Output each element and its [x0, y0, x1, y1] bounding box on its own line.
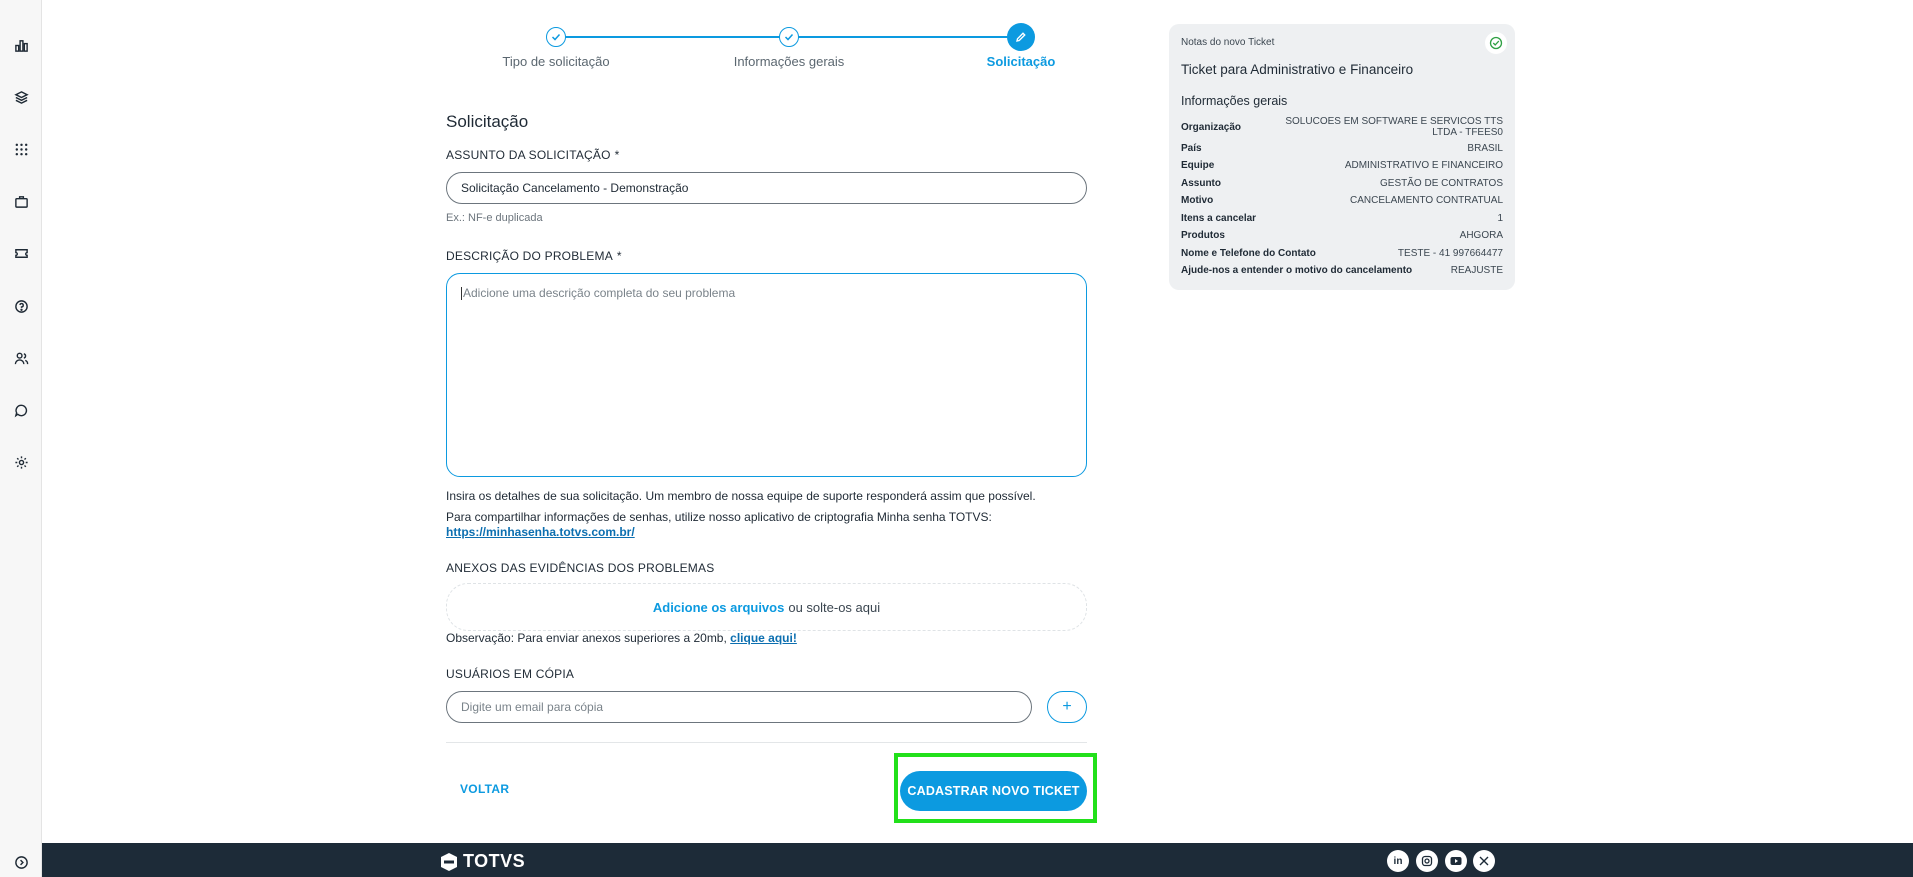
note-key: Nome e Telefone do Contato	[1181, 247, 1316, 259]
note-key: Assunto	[1181, 177, 1221, 189]
attachments-note-wrap: Observação: Para enviar anexos superiore…	[446, 631, 797, 645]
note-row-equipe: Equipe ADMINISTRATIVO E FINANCEIRO	[1181, 159, 1503, 171]
note-row-motivo: Motivo CANCELAMENTO CONTRATUAL	[1181, 194, 1503, 206]
expand-icon[interactable]	[11, 852, 31, 872]
ticket-notes-panel: Notas do novo Ticket Ticket para Adminis…	[1169, 24, 1515, 290]
description-info: Insira os detalhes de sua solicitação. U…	[446, 489, 1036, 503]
section-title: Solicitação	[446, 112, 529, 131]
password-info: Para compartilhar informações de senhas,…	[446, 510, 992, 524]
submit-ticket-button[interactable]: CADASTRAR NOVO TICKET	[900, 771, 1087, 811]
chat-icon[interactable]	[11, 400, 31, 420]
note-row-motivo-cancelamento: Ajude-nos a entender o motivo do cancela…	[1181, 264, 1503, 276]
password-link-wrap: https://minhasenha.totvs.com.br/	[446, 525, 635, 539]
youtube-icon[interactable]	[1445, 850, 1467, 872]
footer: TOTVS in	[42, 843, 1913, 877]
note-row-pais: País BRASIL	[1181, 142, 1503, 154]
layers-icon[interactable]	[11, 87, 31, 107]
note-key: Equipe	[1181, 159, 1215, 171]
subject-hint: Ex.: NF-e duplicada	[446, 212, 543, 224]
add-files-link[interactable]: Adicione os arquivos	[653, 600, 784, 615]
step-3-label[interactable]: Solicitação	[987, 54, 1056, 69]
linkedin-icon[interactable]: in	[1387, 850, 1409, 872]
sidebar	[0, 0, 42, 877]
attachments-note-link[interactable]: clique aqui!	[730, 631, 797, 645]
stepper-line-2	[789, 36, 1021, 38]
note-value: SOLUCOES EM SOFTWARE E SERVICOS TTS LTDA…	[1285, 116, 1503, 138]
note-value: BRASIL	[1467, 142, 1503, 154]
note-row-itens: Itens a cancelar 1	[1181, 212, 1503, 224]
stepper-line-1	[556, 36, 789, 38]
form-divider	[446, 742, 1087, 743]
dropzone-text: ou solte-os aqui	[788, 599, 881, 615]
step-2-label[interactable]: Informações gerais	[734, 54, 845, 69]
dashboard-icon[interactable]	[11, 35, 31, 55]
briefcase-icon[interactable]	[11, 191, 31, 211]
subject-label: ASSUNTO DA SOLICITAÇÃO *	[446, 148, 620, 162]
note-key: Ajude-nos a entender o motivo do cancela…	[1181, 264, 1413, 276]
notes-title: Ticket para Administrativo e Financeiro	[1181, 62, 1414, 77]
x-twitter-icon[interactable]	[1473, 850, 1495, 872]
ticket-icon[interactable]	[11, 243, 31, 263]
totvs-logo[interactable]: TOTVS	[439, 851, 525, 872]
attachments-label: ANEXOS DAS EVIDÊNCIAS DOS PROBLEMAS	[446, 561, 715, 575]
note-value: ADMINISTRATIVO E FINANCEIRO	[1344, 159, 1503, 171]
note-key: Itens a cancelar	[1181, 212, 1257, 224]
note-key: Organização	[1181, 121, 1242, 133]
instagram-icon[interactable]	[1416, 850, 1438, 872]
apps-grid-icon[interactable]	[11, 139, 31, 159]
back-button[interactable]: VOLTAR	[460, 782, 509, 796]
step-1-label[interactable]: Tipo de solicitação	[502, 54, 609, 69]
description-placeholder: Adicione uma descrição completa do seu p…	[463, 286, 736, 300]
note-value: REAJUSTE	[1450, 264, 1503, 276]
totvs-logo-icon	[441, 852, 457, 871]
note-value: GESTÃO DE CONTRATOS	[1380, 177, 1503, 189]
notes-header: Notas do novo Ticket	[1181, 37, 1275, 48]
subject-input[interactable]: Solicitação Cancelamento - Demonstração	[446, 172, 1087, 204]
note-key: Produtos	[1181, 229, 1225, 241]
note-row-organizacao: Organização SOLUCOES EM SOFTWARE E SERVI…	[1181, 115, 1503, 139]
attachments-dropzone[interactable]: Adicione os arquivos ou solte-os aqui	[446, 583, 1087, 631]
users-icon[interactable]	[11, 348, 31, 368]
note-key: País	[1181, 142, 1202, 154]
note-row-contato: Nome e Telefone do Contato TESTE - 41 99…	[1181, 247, 1503, 259]
note-value: AHGORA	[1459, 229, 1503, 241]
step-2-check-icon[interactable]	[779, 27, 799, 47]
description-label: DESCRIÇÃO DO PROBLEMA *	[446, 249, 622, 263]
attachments-note: Observação: Para enviar anexos superiore…	[446, 631, 727, 645]
step-3-edit-icon[interactable]	[1007, 23, 1035, 51]
note-value: 1	[1497, 212, 1503, 224]
brand-name: TOTVS	[463, 851, 526, 871]
settings-icon[interactable]	[11, 452, 31, 472]
step-1-check-icon[interactable]	[546, 27, 566, 47]
note-row-produtos: Produtos AHGORA	[1181, 229, 1503, 241]
help-icon[interactable]	[11, 296, 31, 316]
cc-label: USUÁRIOS EM CÓPIA	[446, 667, 575, 681]
note-row-assunto: Assunto GESTÃO DE CONTRATOS	[1181, 177, 1503, 189]
check-circle-icon	[1485, 32, 1507, 54]
notes-subtitle: Informações gerais	[1181, 94, 1288, 108]
password-app-link[interactable]: https://minhasenha.totvs.com.br/	[446, 525, 635, 539]
cc-email-input[interactable]: Digite um email para cópia	[446, 691, 1032, 723]
note-value: TESTE - 41 997664477	[1397, 247, 1503, 259]
add-cc-button[interactable]: +	[1047, 691, 1087, 723]
note-key: Motivo	[1181, 194, 1214, 206]
description-textarea[interactable]: Adicione uma descrição completa do seu p…	[446, 273, 1087, 477]
note-value: CANCELAMENTO CONTRATUAL	[1350, 194, 1503, 206]
